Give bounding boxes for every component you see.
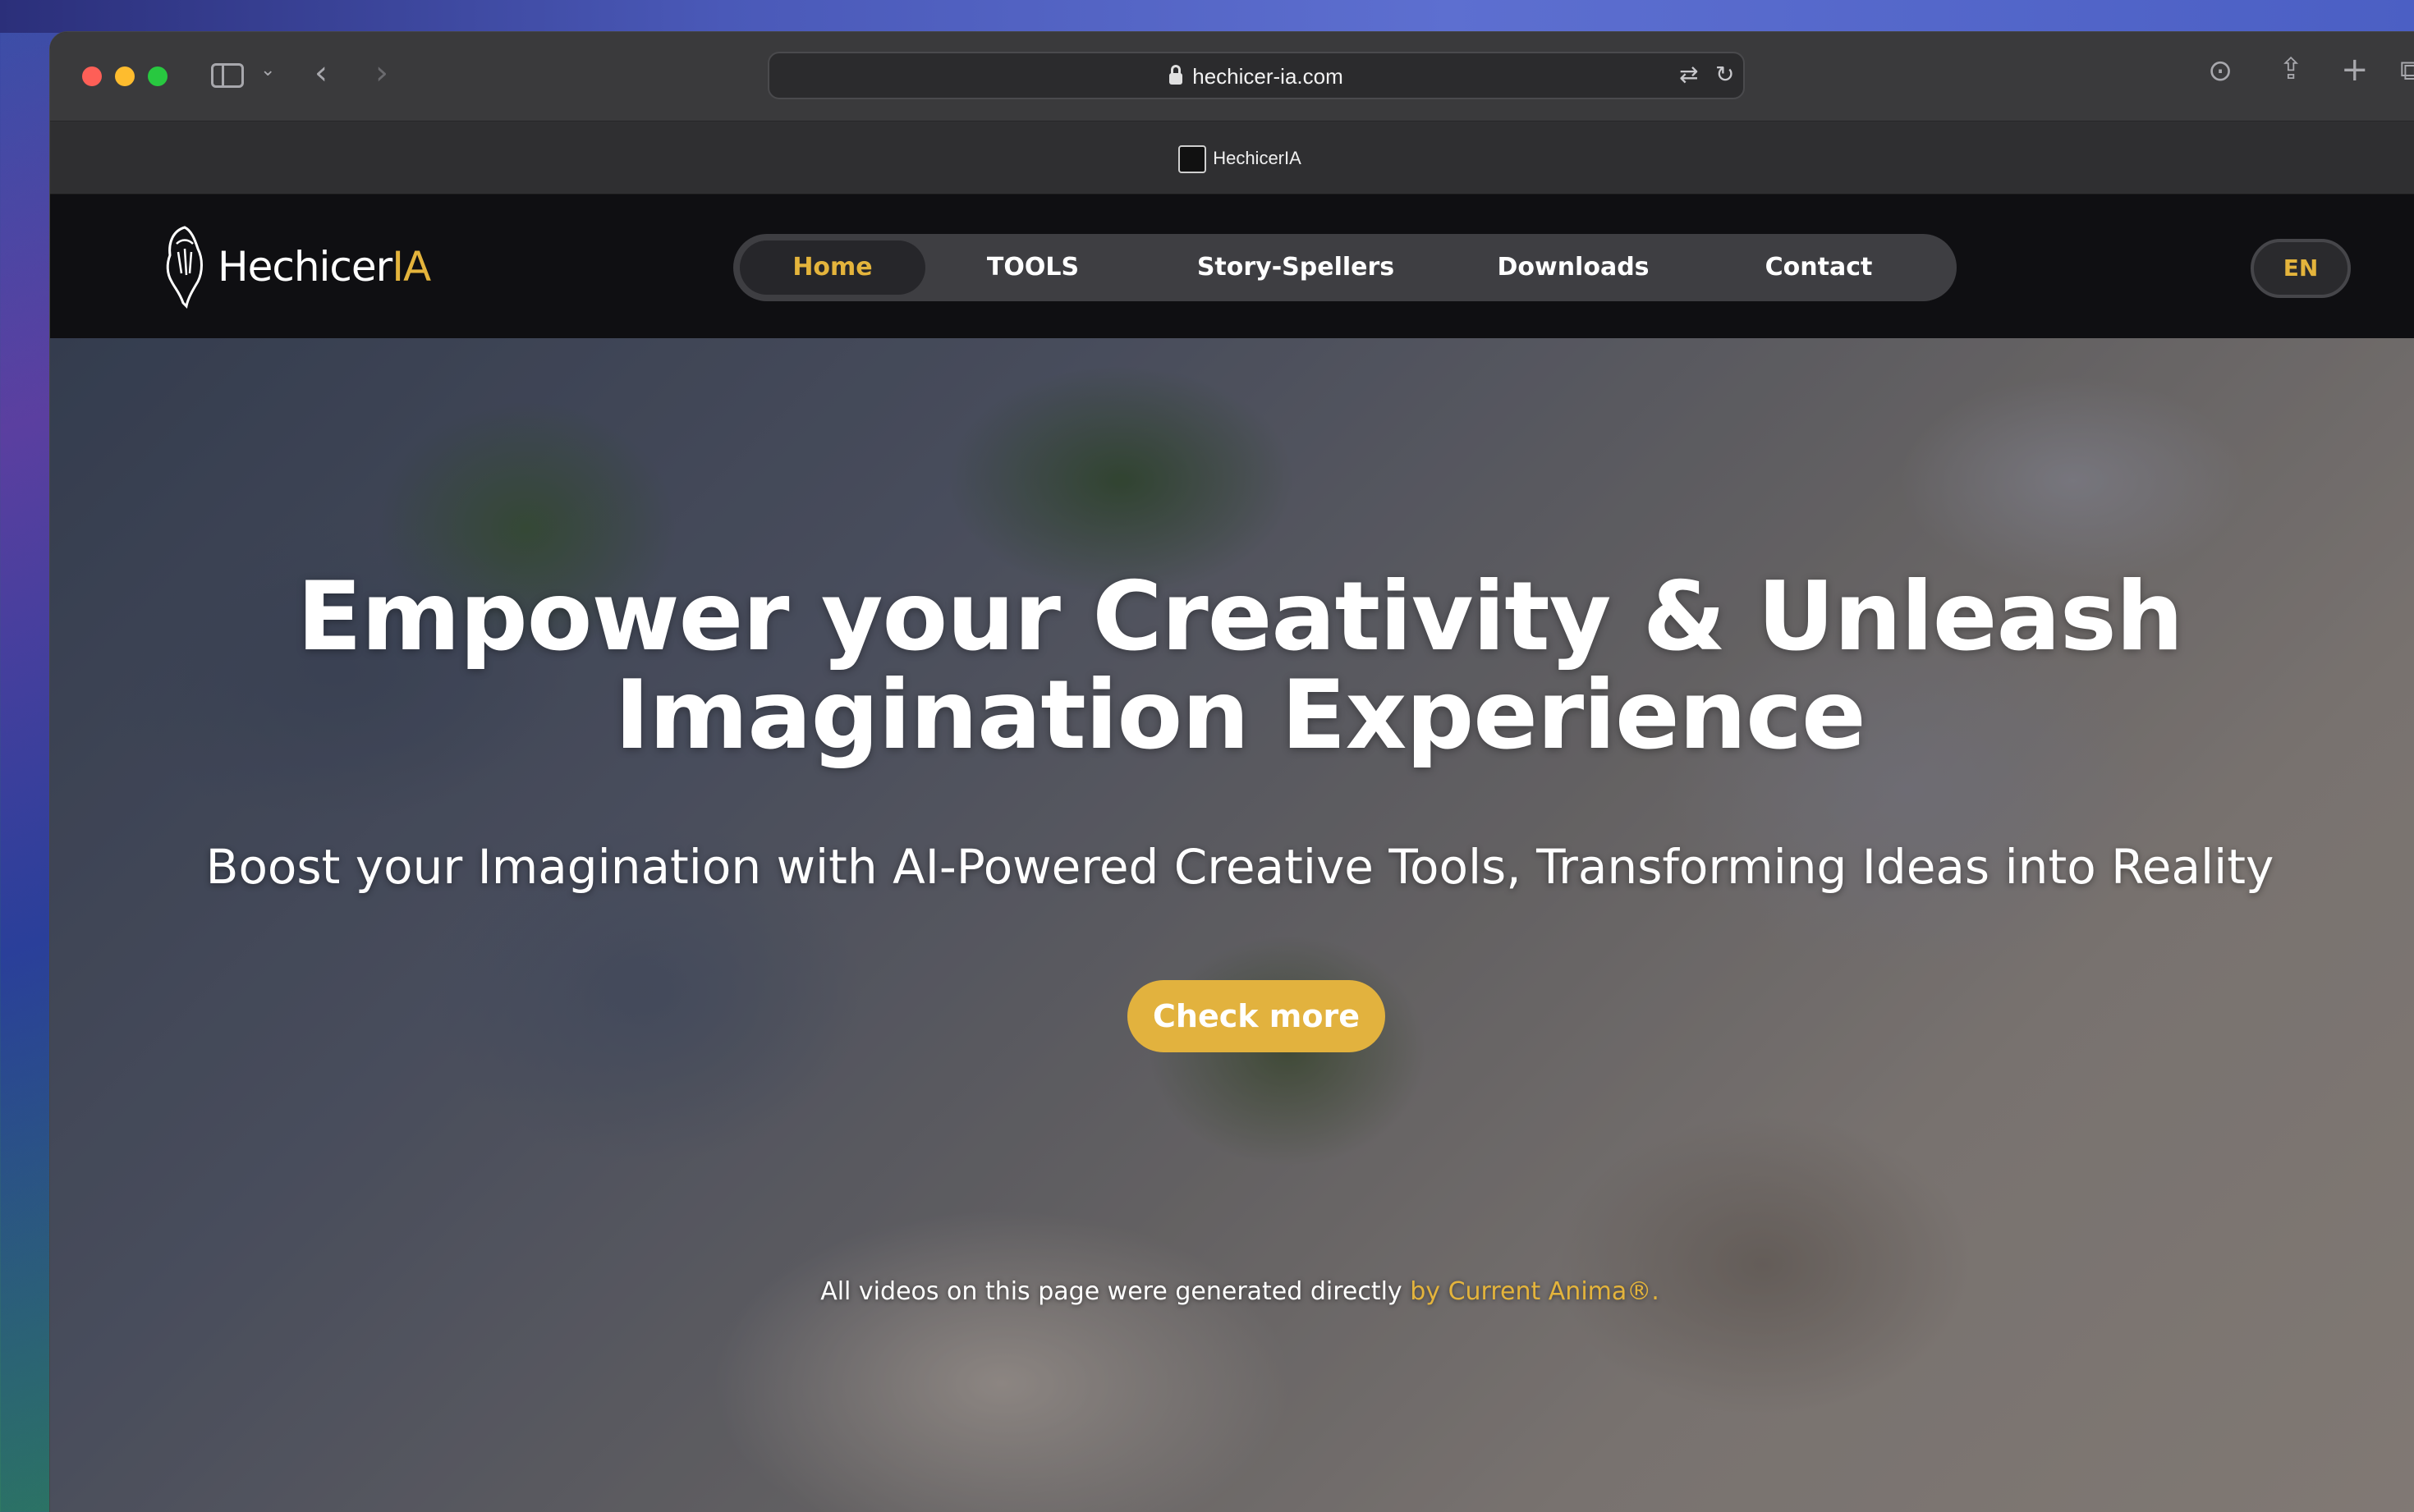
zoom-window-button[interactable] [148,66,168,86]
nav-item-downloads[interactable]: Downloads [1451,241,1696,295]
favicon-icon [1178,145,1207,174]
active-tab[interactable]: HechicerIA [50,121,2414,195]
reload-icon[interactable]: ↻ [1715,63,1734,86]
browser-toolbar: ⌄ ‹ › hechicer-ia.com ⇄ ↻ ⊙ ⇪ + ⧉ [50,32,2414,121]
logo-text: HechicerIA [218,243,431,291]
main-nav: Home TOOLS Story-Spellers Downloads Cont… [733,234,1957,301]
nav-item-contact[interactable]: Contact [1696,241,1942,295]
url-text: hechicer-ia.com [1192,64,1343,89]
desktop-wallpaper [0,0,2414,33]
forward-arrow-icon[interactable]: › [375,57,388,89]
translate-icon[interactable]: ⇄ [1679,63,1698,86]
browser-window: ⌄ ‹ › hechicer-ia.com ⇄ ↻ ⊙ ⇪ + ⧉ Hechic… [49,31,2414,1512]
nav-item-story-spellers[interactable]: Story-Spellers [1140,241,1451,295]
downloads-icon[interactable]: ⊙ [2208,57,2233,86]
close-window-button[interactable] [82,66,102,86]
nav-item-home[interactable]: Home [740,241,925,295]
site-logo[interactable]: HechicerIA [162,222,431,311]
check-more-button[interactable]: Check more [1127,980,1385,1052]
wizard-hand-logo-icon [166,226,203,309]
chevron-down-icon[interactable]: ⌄ [260,62,275,80]
back-arrow-icon[interactable]: ‹ [314,57,328,89]
hero-title: Empower your Creativity & Unleash Imagin… [296,561,2184,771]
hero-section: Empower your Creativity & Unleash Imagin… [50,338,2414,1512]
lock-icon [1169,65,1183,85]
language-selector[interactable]: EN [2251,239,2351,298]
nav-item-tools[interactable]: TOOLS [925,241,1140,295]
tab-title: HechicerIA [1213,148,1301,168]
address-bar[interactable]: hechicer-ia.com ⇄ ↻ [768,52,1745,99]
hero-note: All videos on this page were generated d… [820,1277,1659,1306]
sidebar-toggle-icon[interactable] [211,63,244,88]
current-anima-link[interactable]: by Current Anima®. [1410,1277,1659,1306]
hero-video-background [50,338,2414,1512]
site-header: HechicerIA Home TOOLS Story-Spellers Dow… [50,195,2414,338]
hero-subtitle: Boost your Imagination with AI-Powered C… [205,839,2274,895]
tab-overview-icon[interactable]: ⧉ [2400,57,2414,85]
new-tab-icon[interactable]: + [2341,53,2369,86]
minimize-window-button[interactable] [115,66,135,86]
share-icon[interactable]: ⇪ [2279,55,2303,85]
tab-bar: HechicerIA [50,121,2414,195]
